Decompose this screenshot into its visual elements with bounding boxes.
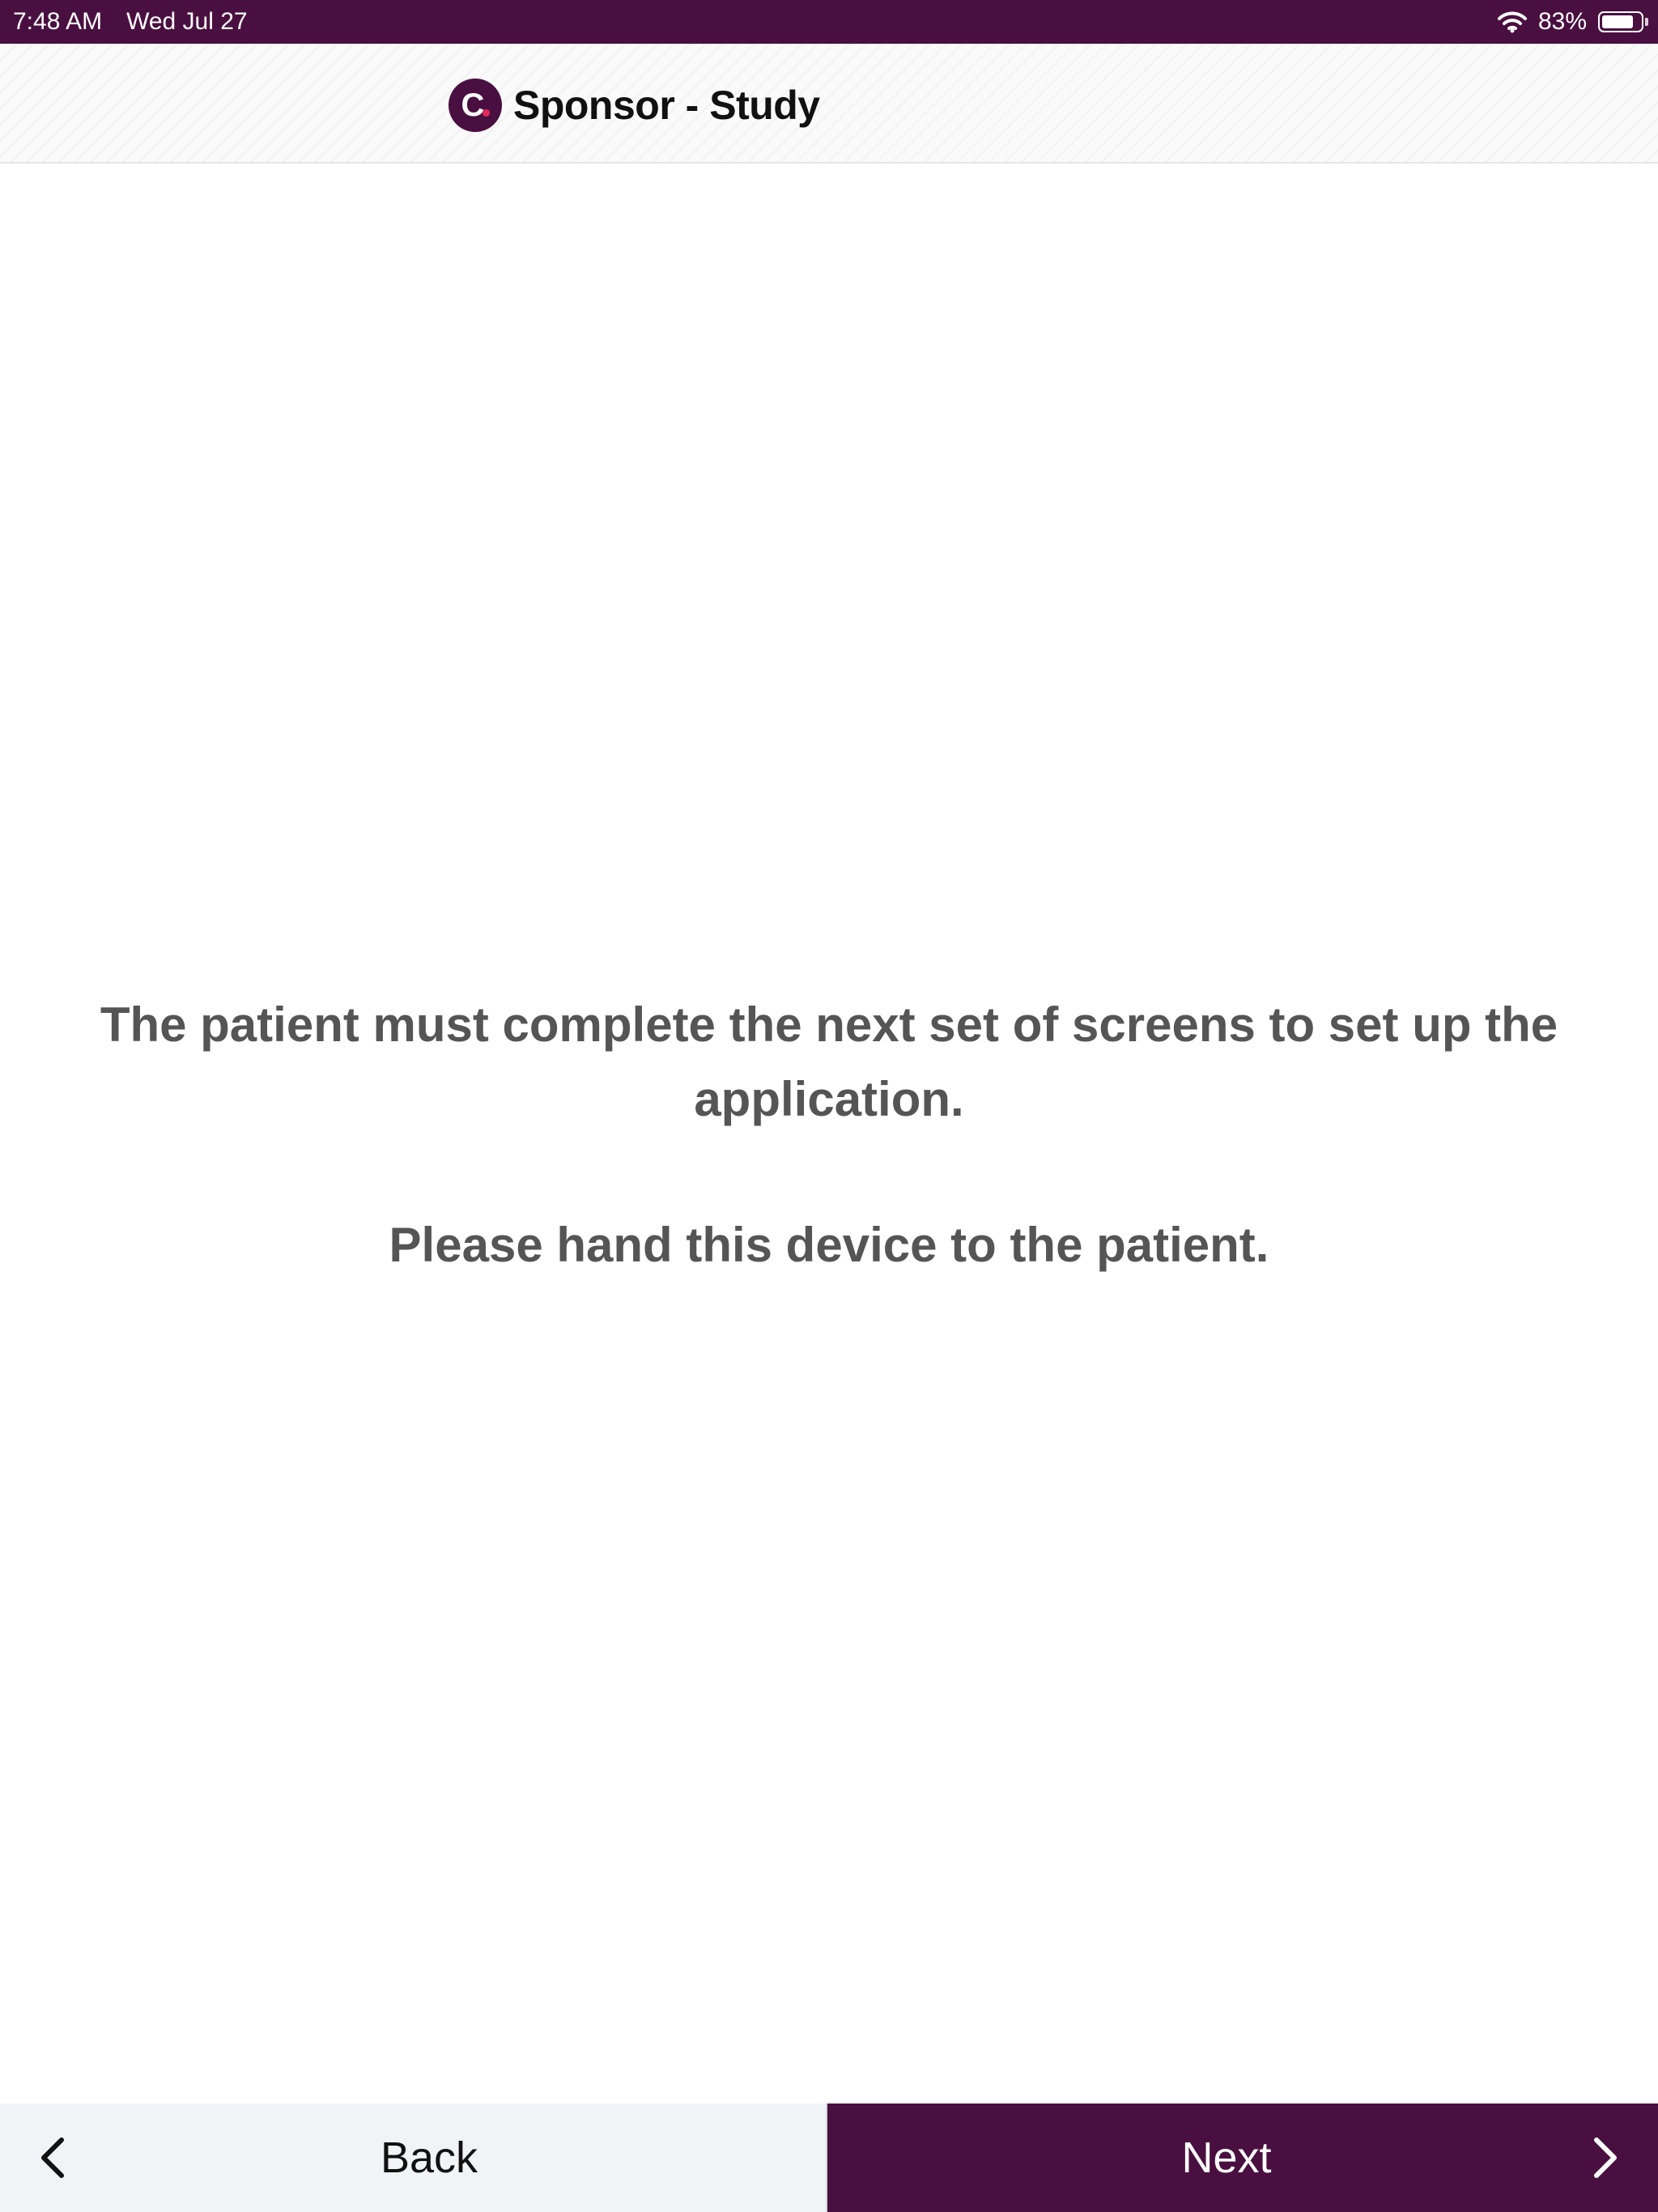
handoff-text: Please hand this device to the patient. [389, 1218, 1269, 1272]
page-title: Sponsor - Study [513, 83, 820, 128]
next-label: Next [1181, 2133, 1272, 2182]
message-area: The patient must complete the next set o… [32, 988, 1626, 1283]
battery-cap [1645, 18, 1648, 26]
status-right: 83% [1497, 0, 1648, 44]
instruction-text: The patient must complete the next set o… [100, 998, 1558, 1126]
back-button[interactable]: Back [0, 2104, 827, 2212]
battery-fill [1602, 15, 1634, 28]
chevron-right-icon [1594, 2138, 1617, 2178]
bottom-navigation: Back Next [0, 2104, 1658, 2212]
status-bar: 7:48 AM Wed Jul 27 83% [0, 0, 1658, 44]
battery-percent: 83% [1537, 8, 1587, 35]
back-label: Back [380, 2133, 478, 2182]
brand: C Sponsor - Study [449, 73, 820, 138]
battery-icon [1598, 11, 1648, 32]
app-header: C Sponsor - Study [0, 44, 1658, 164]
status-left: 7:48 AM Wed Jul 27 [13, 0, 248, 44]
status-date: Wed Jul 27 [126, 8, 248, 35]
next-button[interactable]: Next [827, 2104, 1658, 2212]
wifi-icon [1497, 11, 1527, 33]
battery-body [1598, 11, 1643, 32]
logo-dot [483, 109, 490, 117]
logo-icon: C [449, 79, 502, 132]
logo-letter: C [461, 87, 485, 123]
status-time: 7:48 AM [13, 8, 103, 35]
